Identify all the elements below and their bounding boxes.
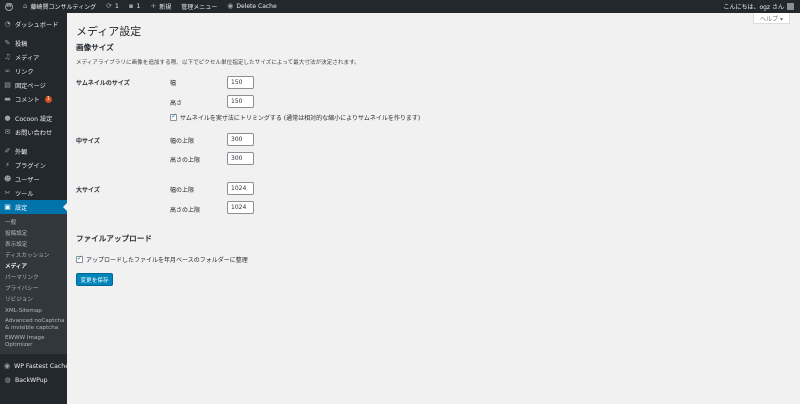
settings-icon: ▣	[4, 203, 11, 211]
delete-cache-link[interactable]: ◉ Delete Cache	[222, 0, 281, 13]
submenu-discussion[interactable]: ディスカッション	[0, 250, 67, 261]
menu-users[interactable]: ☻ ユーザー	[0, 172, 67, 186]
user-icon: ☻	[4, 175, 12, 183]
comment-icon: ▪	[128, 2, 134, 10]
submenu-media[interactable]: メディア	[0, 261, 67, 272]
site-name-link[interactable]: ⌂ 藤崎賢コンサルティング	[18, 0, 101, 13]
thumbnail-width-label: 幅	[170, 80, 177, 87]
main-content: ヘルプ ▾ メディア設定 画像サイズ メディアライブラリに画像を追加する際、以下…	[67, 13, 800, 404]
thumbnail-crop-checkbox[interactable]	[170, 112, 177, 121]
menu-tools[interactable]: ✂ ツール	[0, 186, 67, 200]
home-icon: ⌂	[23, 2, 28, 10]
menu-contact[interactable]: ✉ お問い合わせ	[0, 125, 67, 139]
medium-width-input[interactable]: 300	[227, 133, 254, 146]
plugin-icon: ⚡	[5, 161, 10, 169]
link-icon: ∞	[4, 67, 11, 75]
updates-icon: ⟳	[106, 2, 112, 10]
page-icon: ▤	[4, 81, 11, 89]
comment-icon: ▬	[4, 95, 11, 103]
large-width-input[interactable]: 1024	[227, 182, 254, 195]
large-width-label: 幅の上限	[170, 187, 195, 194]
menu-comments[interactable]: ▬ コメント 1	[0, 92, 67, 106]
menu-appearance[interactable]: ✐ 外観	[0, 144, 67, 158]
tool-icon: ✂	[4, 189, 11, 197]
menu-dashboard[interactable]: ◔ ダッシュボード	[0, 17, 67, 31]
submenu-reading[interactable]: 表示設定	[0, 239, 67, 250]
menu-media[interactable]: ♫ メディア	[0, 50, 67, 64]
comments-link[interactable]: ▪ 1	[124, 0, 146, 13]
image-sizes-description: メディアライブラリに画像を追加する際、以下でピクセル単位指定したサイズによって最…	[76, 60, 360, 66]
submenu-general[interactable]: 一般	[0, 217, 67, 228]
save-changes-button[interactable]: 変更を保存	[76, 273, 113, 286]
page-title: メディア設定	[76, 25, 142, 38]
updates-link[interactable]: ⟳ 1	[101, 0, 124, 13]
thumbnail-height-label: 高さ	[170, 100, 183, 107]
submenu-nocaptcha[interactable]: Advanced noCaptcha & invisible captcha	[0, 316, 67, 333]
cache-icon: ◉	[227, 2, 234, 10]
large-height-input[interactable]: 1024	[227, 201, 254, 214]
help-tab-button[interactable]: ヘルプ ▾	[753, 13, 790, 24]
plus-icon: +	[150, 2, 157, 10]
wp-logo-menu[interactable]	[0, 0, 18, 13]
medium-height-input[interactable]: 300	[227, 152, 254, 165]
wordpress-icon	[5, 2, 13, 11]
my-account[interactable]: こんにちは、ogz さん	[723, 2, 800, 11]
menu-wp-fastest-cache[interactable]: ◉ WP Fastest Cache	[0, 359, 69, 373]
submenu-writing[interactable]: 投稿設定	[0, 228, 67, 239]
submenu-revisions[interactable]: リビジョン	[0, 294, 67, 305]
mail-icon: ✉	[4, 128, 11, 136]
avatar	[787, 3, 794, 10]
cocoon-icon: ●	[4, 114, 11, 122]
cache-icon: ◉	[4, 362, 11, 370]
menu-cocoon-settings[interactable]: ● Cocoon 設定	[0, 111, 67, 125]
backup-icon: ◍	[4, 376, 11, 384]
file-upload-heading: ファイルアップロード	[76, 234, 152, 243]
comment-count-badge: 1	[44, 95, 52, 103]
new-content-link[interactable]: + 新規	[145, 0, 176, 13]
menu-plugins[interactable]: ⚡ プラグイン	[0, 158, 67, 172]
large-height-label: 高さの上限	[170, 207, 201, 214]
medium-height-label: 高さの上限	[170, 157, 201, 164]
admin-sidebar: ◔ ダッシュボード ✎ 投稿 ♫ メディア ∞ リンク ▤ 固定ページ ▬ コメ…	[0, 13, 69, 404]
settings-submenu: 一般 投稿設定 表示設定 ディスカッション メディア パーマリンク プライバシー…	[0, 214, 67, 354]
media-icon: ♫	[4, 53, 11, 61]
organize-uploads-checkbox[interactable]	[76, 254, 83, 263]
menu-posts[interactable]: ✎ 投稿	[0, 36, 67, 50]
menu-backwpup[interactable]: ◍ BackWPup	[0, 373, 67, 387]
organize-uploads-option[interactable]: アップロードしたファイルを年月ベースのフォルダーに整理	[76, 254, 248, 264]
appearance-icon: ✐	[4, 147, 11, 155]
thumbnail-height-input[interactable]: 150	[227, 95, 254, 108]
menu-links[interactable]: ∞ リンク	[0, 64, 67, 78]
submenu-ewww[interactable]: EWWW Image Optimizer	[0, 333, 67, 350]
submenu-xml-sitemap[interactable]: XML-Sitemap	[0, 305, 67, 316]
thumbnail-width-input[interactable]: 150	[227, 76, 254, 89]
submenu-permalinks[interactable]: パーマリンク	[0, 272, 67, 283]
admin-menu-link[interactable]: 管理メニュー	[176, 0, 222, 13]
thumbnail-crop-option[interactable]: サムネイルを実寸法にトリミングする (通常は相対的な縮小によりサムネイルを作りま…	[170, 112, 420, 122]
pin-icon: ✎	[4, 39, 11, 47]
dashboard-icon: ◔	[4, 20, 11, 28]
menu-settings[interactable]: ▣ 設定	[0, 200, 67, 214]
submenu-privacy[interactable]: プライバシー	[0, 283, 67, 294]
large-size-label: 大サイズ	[76, 187, 100, 194]
menu-pages[interactable]: ▤ 固定ページ	[0, 78, 67, 92]
thumbnail-size-label: サムネイルのサイズ	[76, 80, 130, 87]
admin-bar: ⌂ 藤崎賢コンサルティング ⟳ 1 ▪ 1 + 新規 管理メニュー ◉ Dele…	[0, 0, 800, 13]
medium-size-label: 中サイズ	[76, 138, 100, 145]
medium-width-label: 幅の上限	[170, 138, 195, 145]
image-sizes-heading: 画像サイズ	[76, 43, 114, 52]
